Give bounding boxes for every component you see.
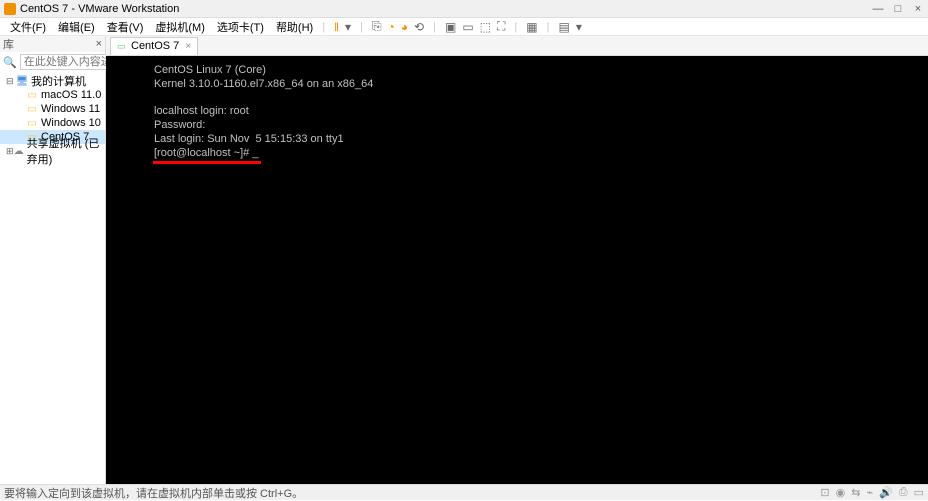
- menu-help[interactable]: 帮助(H): [270, 19, 319, 35]
- tree-shared-vms[interactable]: ⊞ ☁ 共享虚拟机 (已弃用): [0, 144, 105, 158]
- sidebar-search: 🔍 ▾: [0, 52, 105, 72]
- close-button[interactable]: ×: [912, 3, 924, 15]
- console-line: Password:: [154, 119, 205, 131]
- layout-2-icon[interactable]: ▭: [462, 20, 473, 34]
- main-area: ▭ CentOS 7 × CentOS Linux 7 (Core) Kerne…: [106, 36, 928, 484]
- tree-root-computer[interactable]: ⊟ 🖥 我的计算机: [0, 74, 105, 88]
- tab-close-icon[interactable]: ×: [185, 41, 191, 52]
- tree-item-win11[interactable]: ▭ Windows 11: [0, 102, 105, 116]
- computer-icon: 🖥: [16, 76, 28, 86]
- tree-item-label: Windows 10: [41, 117, 101, 129]
- tree-item-label: Windows 11: [41, 103, 100, 115]
- expand-icon[interactable]: ⊞: [6, 146, 14, 157]
- snapshot-icon[interactable]: ◔: [388, 20, 395, 34]
- shared-icon: ☁: [14, 146, 24, 156]
- device-usb-icon[interactable]: ⌁: [866, 486, 873, 499]
- sidebar-header: 库 ×: [0, 36, 105, 52]
- tree-item-label: macOS 11.0: [41, 89, 101, 101]
- minimize-button[interactable]: —: [872, 3, 884, 15]
- tree-shared-label: 共享虚拟机 (已弃用): [27, 135, 102, 167]
- maximize-button[interactable]: □: [892, 3, 904, 15]
- console-line: localhost login: root: [154, 105, 249, 117]
- menubar: 文件(F) 编辑(E) 查看(V) 虚拟机(M) 选项卡(T) 帮助(H) | …: [0, 18, 928, 36]
- menu-edit[interactable]: 编辑(E): [52, 19, 101, 35]
- app-icon: [4, 3, 16, 15]
- device-display-icon[interactable]: ▭: [914, 486, 924, 499]
- tabbar: ▭ CentOS 7 ×: [106, 36, 928, 56]
- menu-tabs[interactable]: 选项卡(T): [211, 19, 270, 35]
- toolbar: ‖ ▾ | ⎘ ◔ ◕ ⟲ | ▣ ▭ ⬚ ⛶ | ▦ | ▤ ▾: [334, 19, 582, 34]
- console-prompt: [root@localhost ~]#: [154, 147, 252, 159]
- vm-console[interactable]: CentOS Linux 7 (Core) Kernel 3.10.0-1160…: [106, 56, 928, 484]
- device-network-icon[interactable]: ⇆: [851, 486, 860, 499]
- sidebar-tree: ⊟ 🖥 我的计算机 ▭ macOS 11.0 ▭ Windows 11 ▭ Wi…: [0, 72, 105, 160]
- tree-item-macos[interactable]: ▭ macOS 11.0: [0, 88, 105, 102]
- layout-3-icon[interactable]: ⬚: [480, 20, 491, 34]
- cursor-icon: _: [252, 147, 258, 159]
- sidebar-close-icon[interactable]: ×: [96, 38, 102, 50]
- collapse-icon[interactable]: ⊟: [6, 76, 16, 87]
- tree-root-label: 我的计算机: [31, 73, 86, 89]
- menu-file[interactable]: 文件(F): [4, 19, 52, 35]
- device-sound-icon[interactable]: 🔊: [879, 486, 893, 499]
- tree-item-win10[interactable]: ▭ Windows 10: [0, 116, 105, 130]
- power-on-icon: ▭: [117, 41, 127, 51]
- send-keys-icon[interactable]: ⎘: [372, 19, 382, 34]
- pause-icon[interactable]: ‖: [334, 20, 339, 34]
- statusbar: 要将输入定向到该虚拟机，请在虚拟机内部单击或按 Ctrl+G。 ⊡ ◉ ⇆ ⌁ …: [0, 484, 928, 500]
- console-line: Kernel 3.10.0-1160.el7.x86_64 on an x86_…: [154, 78, 373, 90]
- window-title: CentOS 7 - VMware Workstation: [20, 3, 872, 15]
- menu-vm[interactable]: 虚拟机(M): [149, 19, 211, 35]
- console-line: Last login: Sun Nov 5 15:15:33 on tty1: [154, 133, 344, 145]
- tab-centos7[interactable]: ▭ CentOS 7 ×: [110, 37, 198, 55]
- status-icons: ⊡ ◉ ⇆ ⌁ 🔊 ⎙ ▭: [820, 486, 924, 499]
- unity-icon[interactable]: ▦: [526, 20, 537, 34]
- sidebar: 库 × 🔍 ▾ ⊟ 🖥 我的计算机 ▭ macOS 11.0 ▭ Windows…: [0, 36, 106, 484]
- dropdown-icon[interactable]: ▾: [345, 20, 351, 34]
- settings-icon[interactable]: ▤: [558, 20, 569, 34]
- layout-1-icon[interactable]: ▣: [445, 20, 456, 34]
- snapshot-manager-icon[interactable]: ◕: [401, 20, 408, 34]
- search-icon: 🔍: [3, 56, 17, 69]
- menu-view[interactable]: 查看(V): [101, 19, 150, 35]
- titlebar: CentOS 7 - VMware Workstation — □ ×: [0, 0, 928, 18]
- vm-icon: ▭: [26, 118, 38, 128]
- vm-icon: ▭: [26, 90, 38, 100]
- dropdown2-icon[interactable]: ▾: [576, 20, 582, 34]
- console-line: CentOS Linux 7 (Core): [154, 64, 266, 76]
- status-text: 要将输入定向到该虚拟机，请在虚拟机内部单击或按 Ctrl+G。: [4, 485, 303, 501]
- device-printer-icon[interactable]: ⎙: [899, 486, 908, 499]
- revert-icon[interactable]: ⟲: [414, 20, 424, 34]
- vm-icon: ▭: [26, 104, 38, 114]
- fullscreen-icon[interactable]: ⛶: [497, 19, 505, 34]
- tab-label: CentOS 7: [131, 40, 179, 52]
- sidebar-title: 库: [3, 36, 14, 52]
- device-cd-icon[interactable]: ◉: [836, 486, 846, 499]
- device-disk-icon[interactable]: ⊡: [820, 486, 829, 499]
